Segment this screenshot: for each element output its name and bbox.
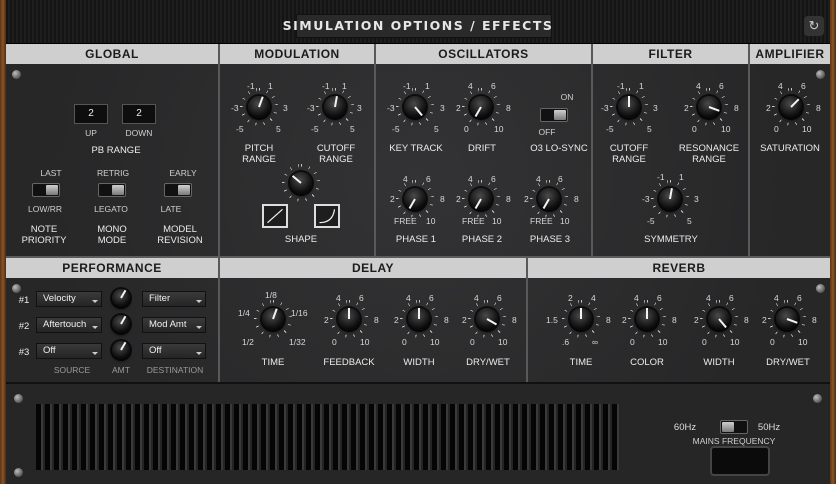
section-performance: PERFORMANCE #1 Velocity Filter #2 Aftert… <box>6 258 220 382</box>
mod-amount-2-knob[interactable] <box>112 315 130 333</box>
pb-down-field[interactable]: 2 <box>122 104 156 124</box>
wood-panel-right <box>830 0 836 484</box>
shape-knob[interactable] <box>290 172 312 194</box>
section-filter: FILTER -1 1 -3 3 -5 5 CUTOFF RANGE 4 6 2… <box>593 44 750 256</box>
symmetry-knob[interactable] <box>659 188 681 210</box>
key-track-knob[interactable] <box>404 96 426 118</box>
pb-up-field[interactable]: 2 <box>74 104 108 124</box>
shape-label: SHAPE <box>284 234 318 245</box>
resonance-range-knob[interactable] <box>698 96 720 118</box>
delay-width-knob[interactable] <box>408 308 430 330</box>
reverb-drywet-knob[interactable] <box>776 308 798 330</box>
page-title: SIMULATION OPTIONS / EFFECTS <box>282 18 554 33</box>
mod-destination-3-dropdown[interactable]: Off <box>142 343 206 359</box>
section-title-oscillators: OSCILLATORS <box>376 44 591 64</box>
section-title-delay: DELAY <box>220 258 526 278</box>
reverb-time-knob[interactable] <box>570 308 592 330</box>
filter-cutoff-range-knob[interactable] <box>618 96 640 118</box>
mod-destination-1-dropdown[interactable]: Filter <box>142 291 206 307</box>
section-reverb: REVERB 2 4 1.5 8 .6 ∞ TIME 4 6 2 8 0 10 … <box>528 258 830 382</box>
note-priority-switch[interactable] <box>32 183 60 197</box>
section-global: GLOBAL 2 2 UP DOWN PB RANGE LAST LOW/RR … <box>6 44 220 256</box>
pitch-range-knob[interactable] <box>248 96 270 118</box>
mod-destination-2-dropdown[interactable]: Mod Amt <box>142 317 206 333</box>
mains-frequency-switch[interactable] <box>720 420 748 434</box>
reverb-color-knob[interactable] <box>636 308 658 330</box>
section-title-modulation: MODULATION <box>220 44 374 64</box>
rear-vent-panel: 60Hz 50Hz MAINS FREQUENCY <box>6 382 830 484</box>
section-amplifier: AMPLIFIER 4 6 2 8 0 10 SATURATION <box>750 44 830 256</box>
phase-1-knob[interactable] <box>404 188 426 210</box>
delay-drywet-knob[interactable] <box>476 308 498 330</box>
mod-amount-3-knob[interactable] <box>112 341 130 359</box>
power-cable-icon <box>710 446 770 476</box>
shape-linear-button[interactable] <box>262 204 288 228</box>
shape-exponential-button[interactable] <box>314 204 340 228</box>
section-title-global: GLOBAL <box>6 44 218 64</box>
phase-2-knob[interactable] <box>470 188 492 210</box>
synth-panel: GLOBAL 2 2 UP DOWN PB RANGE LAST LOW/RR … <box>6 44 830 382</box>
mod-source-3-dropdown[interactable]: Off <box>36 343 102 359</box>
pb-range-label: PB RANGE <box>91 145 141 156</box>
saturation-knob[interactable] <box>780 96 802 118</box>
section-modulation: MODULATION -1 1 -3 3 -5 5 PITCH RANGE -1… <box>220 44 376 256</box>
section-title-amplifier: AMPLIFIER <box>750 44 830 64</box>
model-revision-switch[interactable] <box>164 183 192 197</box>
mod-source-1-dropdown[interactable]: Velocity <box>36 291 102 307</box>
phase-3-knob[interactable] <box>538 188 560 210</box>
delay-time-knob[interactable] <box>262 308 284 330</box>
mono-mode-switch[interactable] <box>98 183 126 197</box>
section-delay: DELAY 1/8 1/4 1/16 1/2 1/32 TIME 4 6 2 8… <box>220 258 528 382</box>
section-title-performance: PERFORMANCE <box>6 258 218 278</box>
up-label: UP <box>85 128 97 138</box>
o3-lo-sync-switch[interactable] <box>540 108 568 122</box>
cutoff-range-knob[interactable] <box>324 96 346 118</box>
feedback-knob[interactable] <box>338 308 360 330</box>
reverb-width-knob[interactable] <box>708 308 730 330</box>
section-title-reverb: REVERB <box>528 258 830 278</box>
drift-knob[interactable] <box>470 96 492 118</box>
vent-slots <box>36 404 620 470</box>
section-oscillators: OSCILLATORS -1 1 -3 3 -5 5 KEY TRACK 4 6… <box>376 44 593 256</box>
section-title-filter: FILTER <box>593 44 748 64</box>
mod-source-2-dropdown[interactable]: Aftertouch <box>36 317 102 333</box>
down-label: DOWN <box>125 128 153 138</box>
top-bar: SIMULATION OPTIONS / EFFECTS ↻ <box>6 0 830 44</box>
mod-amount-1-knob[interactable] <box>112 289 130 307</box>
refresh-icon[interactable]: ↻ <box>804 16 824 36</box>
